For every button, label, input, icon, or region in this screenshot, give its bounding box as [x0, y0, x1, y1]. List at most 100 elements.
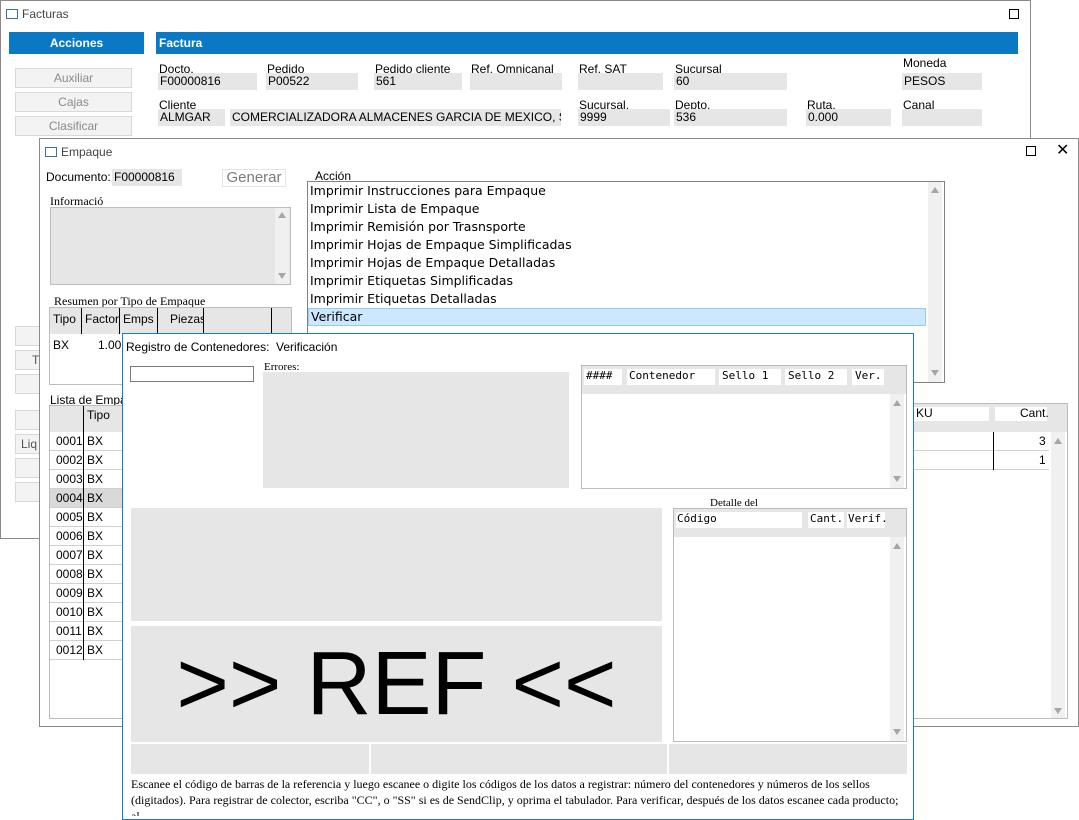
lista-row-num: 0006 — [56, 529, 83, 543]
errores-box — [263, 372, 569, 488]
ruta-field[interactable]: 0.000 — [806, 109, 891, 126]
lista-row[interactable]: 0009 BX — [50, 584, 123, 603]
scroll-down-icon[interactable] — [278, 273, 286, 279]
generar-button[interactable]: Generar — [222, 169, 286, 187]
facturas-window-title: Facturas — [22, 7, 69, 21]
factura-header: Factura — [156, 32, 1018, 54]
registro-window: Registro de Contenedores: Verificación E… — [122, 333, 914, 820]
canal-field[interactable] — [902, 109, 982, 126]
accion-item[interactable]: Imprimir Hojas de Empaque Detalladas — [308, 254, 926, 272]
accion-item[interactable]: Imprimir Lista de Empaque — [308, 200, 926, 218]
window-icon — [45, 147, 57, 157]
lista-row-num: 0004 — [56, 491, 83, 505]
contenedores-header-ver[interactable]: Ver. — [855, 369, 882, 382]
depto-field[interactable]: 536 — [674, 109, 787, 126]
lista-row-tipo: BX — [87, 434, 104, 448]
lista-row[interactable]: 0002 BX — [50, 451, 123, 470]
contenedores-table: #### Contenedor Sello 1 Sello 2 Ver. — [581, 365, 907, 489]
lista-row[interactable]: 0001 BX — [50, 432, 123, 451]
lista-row[interactable]: 0010 BX — [50, 603, 123, 622]
detalle-scrollbar[interactable] — [890, 537, 904, 741]
lista-row-tipo: BX — [87, 624, 104, 638]
lista-row[interactable]: 0004 BX — [50, 489, 123, 508]
resumen-header-tipo[interactable]: Tipo — [50, 308, 82, 334]
lista-row-num: 0005 — [56, 510, 83, 524]
lista-row-tipo: BX — [87, 586, 104, 600]
informacion-box[interactable] — [50, 207, 291, 285]
lista-row[interactable]: 0011 BX — [50, 622, 123, 641]
maximize-icon[interactable] — [1009, 9, 1019, 19]
lista-row-num: 0001 — [56, 434, 83, 448]
sku-cant-header[interactable]: Cant. — [1020, 406, 1049, 420]
lista-table: Tipo 0001 BX 0002 BX 0003 BX 0004 BX 0005 BX 0006 B… — [49, 405, 124, 719]
lista-row-tipo: BX — [87, 643, 104, 657]
lista-row-tipo: BX — [87, 510, 104, 524]
scroll-up-icon[interactable] — [931, 187, 939, 193]
lista-row[interactable]: 0003 BX — [50, 470, 123, 489]
pedido-cliente-field[interactable]: 561 — [374, 73, 462, 90]
auxiliar-button[interactable]: Auxiliar — [15, 68, 132, 88]
docto-field[interactable]: F00000816 — [158, 73, 257, 90]
moneda-field[interactable]: PESOS — [902, 73, 982, 90]
scroll-down-icon[interactable] — [893, 476, 901, 482]
sku-cant: 1 — [1039, 453, 1046, 467]
resumen-header-emps[interactable]: Emps — [120, 308, 158, 334]
sucursal2-field[interactable]: 9999 — [578, 109, 670, 126]
sucursal-field[interactable]: 60 — [674, 73, 787, 90]
detalle-header-codigo[interactable]: Código — [677, 512, 717, 525]
contenedores-header-contenedor[interactable]: Contenedor — [629, 369, 695, 382]
sku-row[interactable]: 1 — [907, 451, 1049, 470]
cliente-code-field[interactable]: ALMGAR — [158, 109, 225, 126]
contenedores-header-num[interactable]: #### — [586, 369, 613, 382]
lista-row[interactable]: 0008 BX — [50, 565, 123, 584]
scroll-down-icon[interactable] — [1054, 708, 1062, 714]
lista-row[interactable]: 0012 BX — [50, 641, 123, 660]
contenedores-header-sello1[interactable]: Sello 1 — [722, 369, 768, 382]
scroll-down-icon[interactable] — [931, 370, 939, 376]
sku-table: KU Cant. 3 1 — [906, 403, 1068, 719]
resumen-header-factor[interactable]: Factor — [82, 308, 120, 334]
empaque-window-title: Empaque — [61, 145, 113, 159]
accion-scrollbar[interactable] — [928, 182, 942, 382]
lista-row[interactable]: 0005 BX — [50, 508, 123, 527]
scroll-up-icon[interactable] — [893, 543, 901, 549]
accion-item[interactable]: Verificar — [308, 308, 926, 326]
detalle-header-verif[interactable]: Verif. — [848, 512, 888, 525]
cliente-name-field[interactable]: COMERCIALIZADORA ALMACENES GARCIA DE MEX… — [230, 109, 561, 126]
accion-item[interactable]: Imprimir Etiquetas Simplificadas — [308, 272, 926, 290]
detalle-header-cant[interactable]: Cant. — [810, 512, 843, 525]
scan-input[interactable] — [130, 366, 254, 382]
sku-row[interactable]: 3 — [907, 432, 1049, 451]
pedido-field[interactable]: P00522 — [266, 73, 358, 90]
documento-field[interactable]: F00000816 — [112, 169, 182, 186]
detalle-table: Código Cant. Verif. — [673, 508, 907, 742]
ref-display: >> REF << — [131, 626, 662, 742]
clasificar-button[interactable]: Clasificar — [15, 116, 132, 136]
sku-header[interactable]: KU — [916, 406, 933, 420]
scroll-up-icon[interactable] — [1054, 438, 1062, 444]
scroll-up-icon[interactable] — [893, 400, 901, 406]
resumen-header-piezas[interactable]: Piezas — [158, 308, 206, 334]
maximize-icon[interactable] — [1026, 146, 1036, 156]
contenedores-scrollbar[interactable] — [890, 394, 904, 488]
lista-row[interactable]: 0007 BX — [50, 546, 123, 565]
accion-item[interactable]: Imprimir Instrucciones para Empaque — [308, 182, 926, 200]
registro-mode: Verificación — [276, 340, 338, 354]
ref-omnicanal-field[interactable] — [470, 73, 562, 90]
resumen-cell-tipo: BX — [53, 338, 70, 352]
info-panel — [131, 508, 662, 621]
sku-scrollbar[interactable] — [1051, 432, 1065, 718]
lista-row[interactable]: 0006 BX — [50, 527, 123, 546]
scroll-up-icon[interactable] — [278, 212, 286, 218]
window-icon — [6, 9, 18, 19]
lista-header-tipo[interactable]: Tipo — [84, 406, 124, 432]
scroll-down-icon[interactable] — [893, 729, 901, 735]
acciones-header: Acciones — [9, 32, 144, 54]
cajas-button[interactable]: Cajas — [15, 92, 132, 112]
contenedores-header-sello2[interactable]: Sello 2 — [788, 369, 834, 382]
ref-sat-field[interactable] — [578, 73, 663, 90]
accion-item[interactable]: Imprimir Etiquetas Detalladas — [308, 290, 926, 308]
accion-item[interactable]: Imprimir Hojas de Empaque Simplificadas — [308, 236, 926, 254]
close-icon[interactable]: ✕ — [1056, 143, 1069, 159]
accion-item[interactable]: Imprimir Remisión por Trasnsporte — [308, 218, 926, 236]
